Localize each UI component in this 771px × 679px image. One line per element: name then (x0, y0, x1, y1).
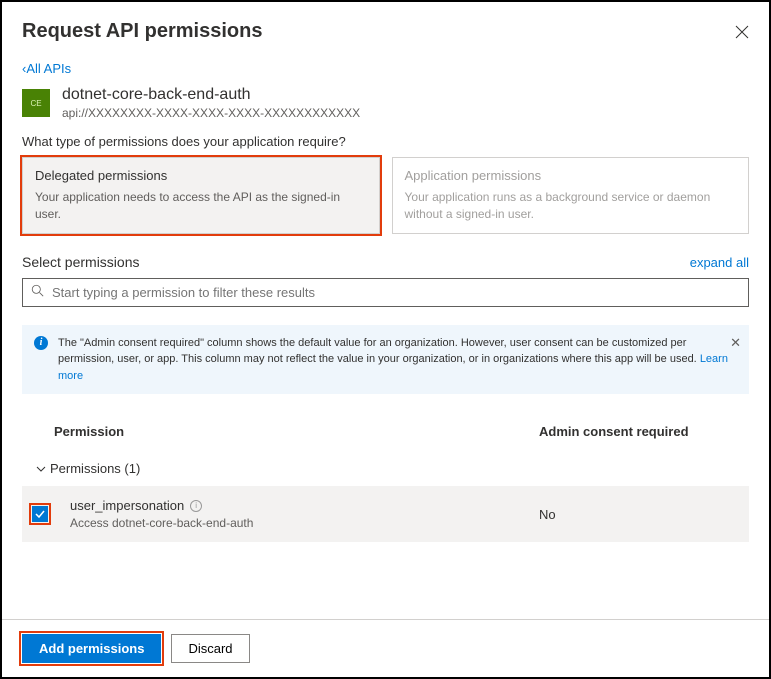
info-text: The "Admin consent required" column show… (58, 335, 737, 385)
info-banner: i The "Admin consent required" column sh… (22, 325, 749, 395)
info-banner-text: The "Admin consent required" column show… (58, 337, 700, 366)
column-permission: Permission (54, 424, 539, 439)
permission-item-consent: No (539, 507, 739, 522)
permission-checkbox[interactable] (32, 506, 48, 522)
permission-item-desc: Access dotnet-core-back-end-auth (70, 516, 539, 530)
chevron-down-icon (32, 463, 50, 475)
api-name: dotnet-core-back-end-auth (62, 86, 360, 104)
discard-button[interactable]: Discard (171, 634, 249, 663)
info-close-icon[interactable]: ✕ (730, 333, 741, 353)
close-icon[interactable] (735, 25, 749, 39)
permissions-group-row[interactable]: Permissions (1) (22, 451, 749, 486)
permissions-table-header: Permission Admin consent required (22, 418, 749, 451)
application-card-title: Application permissions (405, 168, 737, 183)
add-permissions-button[interactable]: Add permissions (22, 634, 161, 663)
page-title: Request API permissions (22, 20, 262, 43)
delegated-card-desc: Your application needs to access the API… (35, 189, 367, 223)
search-input[interactable] (50, 283, 740, 302)
application-permissions-card[interactable]: Application permissions Your application… (392, 157, 750, 234)
application-card-desc: Your application runs as a background se… (405, 189, 737, 223)
search-icon (31, 284, 44, 300)
footer: Add permissions Discard (2, 619, 769, 677)
back-link-label: All APIs (26, 61, 71, 76)
expand-all-link[interactable]: expand all (690, 255, 749, 270)
info-icon: i (34, 336, 48, 350)
permission-type-question: What type of permissions does your appli… (22, 134, 749, 149)
api-badge: CE (22, 89, 50, 117)
permissions-group-label: Permissions (1) (50, 461, 140, 476)
select-permissions-heading: Select permissions (22, 254, 140, 270)
api-header: CE dotnet-core-back-end-auth api://XXXXX… (22, 86, 749, 120)
search-input-container[interactable] (22, 278, 749, 307)
column-consent: Admin consent required (539, 424, 739, 439)
delegated-card-title: Delegated permissions (35, 168, 367, 183)
help-icon[interactable]: i (190, 500, 202, 512)
back-all-apis-link[interactable]: ‹ All APIs (22, 61, 71, 76)
permission-item-name: user_impersonation (70, 498, 184, 513)
permission-item-row: user_impersonation i Access dotnet-core-… (22, 486, 749, 542)
delegated-permissions-card[interactable]: Delegated permissions Your application n… (22, 157, 380, 234)
api-uri: api://XXXXXXXX-XXXX-XXXX-XXXX-XXXXXXXXXX… (62, 106, 360, 120)
